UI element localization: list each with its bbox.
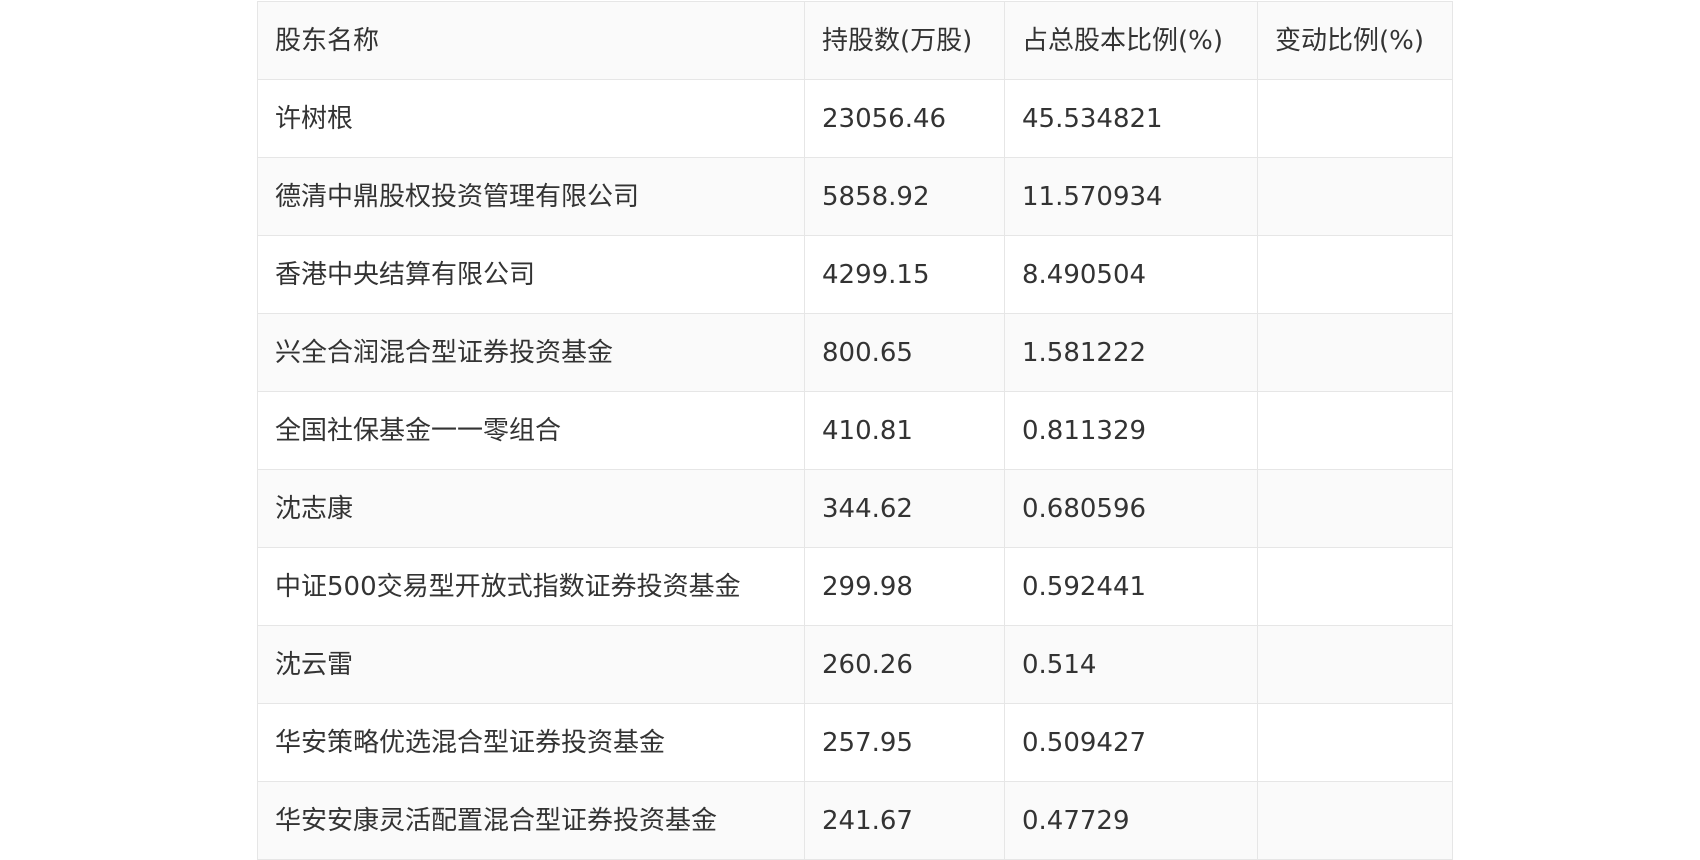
cell-change-ratio <box>1257 391 1453 470</box>
cell-shareholder-name: 沈志康 <box>257 469 805 548</box>
cell-shareholder-name: 沈云雷 <box>257 625 805 704</box>
table-row: 全国社保基金一一零组合 410.81 0.811329 <box>257 391 1453 470</box>
cell-share-ratio: 45.534821 <box>1004 79 1258 158</box>
cell-share-ratio: 0.680596 <box>1004 469 1258 548</box>
table-row: 华安安康灵活配置混合型证券投资基金 241.67 0.47729 <box>257 781 1453 860</box>
cell-change-ratio <box>1257 547 1453 626</box>
cell-change-ratio <box>1257 469 1453 548</box>
cell-shares-held: 257.95 <box>804 703 1005 782</box>
cell-shares-held: 4299.15 <box>804 235 1005 314</box>
shareholder-table-container: 股东名称 持股数(万股) 占总股本比例(%) 变动比例(%) 许树根 23056… <box>257 1 1453 860</box>
cell-change-ratio <box>1257 313 1453 392</box>
cell-share-ratio: 1.581222 <box>1004 313 1258 392</box>
cell-change-ratio <box>1257 235 1453 314</box>
table-row: 香港中央结算有限公司 4299.15 8.490504 <box>257 235 1453 314</box>
cell-shareholder-name: 德清中鼎股权投资管理有限公司 <box>257 157 805 236</box>
table-row: 沈云雷 260.26 0.514 <box>257 625 1453 704</box>
shareholder-table: 股东名称 持股数(万股) 占总股本比例(%) 变动比例(%) 许树根 23056… <box>257 1 1453 860</box>
cell-shares-held: 23056.46 <box>804 79 1005 158</box>
cell-share-ratio: 0.811329 <box>1004 391 1258 470</box>
cell-change-ratio <box>1257 157 1453 236</box>
header-share-ratio: 占总股本比例(%) <box>1004 1 1258 80</box>
cell-shares-held: 260.26 <box>804 625 1005 704</box>
table-row: 兴全合润混合型证券投资基金 800.65 1.581222 <box>257 313 1453 392</box>
cell-shareholder-name: 全国社保基金一一零组合 <box>257 391 805 470</box>
cell-share-ratio: 8.490504 <box>1004 235 1258 314</box>
cell-shareholder-name: 中证500交易型开放式指数证券投资基金 <box>257 547 805 626</box>
cell-share-ratio: 11.570934 <box>1004 157 1258 236</box>
cell-share-ratio: 0.509427 <box>1004 703 1258 782</box>
table-row: 沈志康 344.62 0.680596 <box>257 469 1453 548</box>
cell-shareholder-name: 华安安康灵活配置混合型证券投资基金 <box>257 781 805 860</box>
cell-shareholder-name: 香港中央结算有限公司 <box>257 235 805 314</box>
cell-shares-held: 299.98 <box>804 547 1005 626</box>
table-row: 中证500交易型开放式指数证券投资基金 299.98 0.592441 <box>257 547 1453 626</box>
cell-share-ratio: 0.47729 <box>1004 781 1258 860</box>
cell-change-ratio <box>1257 79 1453 158</box>
table-row: 德清中鼎股权投资管理有限公司 5858.92 11.570934 <box>257 157 1453 236</box>
cell-change-ratio <box>1257 703 1453 782</box>
header-change-ratio: 变动比例(%) <box>1257 1 1453 80</box>
table-header-row: 股东名称 持股数(万股) 占总股本比例(%) 变动比例(%) <box>257 1 1453 80</box>
header-shareholder-name: 股东名称 <box>257 1 805 80</box>
cell-shares-held: 800.65 <box>804 313 1005 392</box>
table-row: 许树根 23056.46 45.534821 <box>257 79 1453 158</box>
cell-shares-held: 344.62 <box>804 469 1005 548</box>
cell-shareholder-name: 兴全合润混合型证券投资基金 <box>257 313 805 392</box>
cell-shares-held: 241.67 <box>804 781 1005 860</box>
cell-shares-held: 410.81 <box>804 391 1005 470</box>
cell-shares-held: 5858.92 <box>804 157 1005 236</box>
cell-change-ratio <box>1257 625 1453 704</box>
cell-change-ratio <box>1257 781 1453 860</box>
cell-share-ratio: 0.514 <box>1004 625 1258 704</box>
table-row: 华安策略优选混合型证券投资基金 257.95 0.509427 <box>257 703 1453 782</box>
cell-shareholder-name: 华安策略优选混合型证券投资基金 <box>257 703 805 782</box>
cell-share-ratio: 0.592441 <box>1004 547 1258 626</box>
header-shares-held: 持股数(万股) <box>804 1 1005 80</box>
cell-shareholder-name: 许树根 <box>257 79 805 158</box>
